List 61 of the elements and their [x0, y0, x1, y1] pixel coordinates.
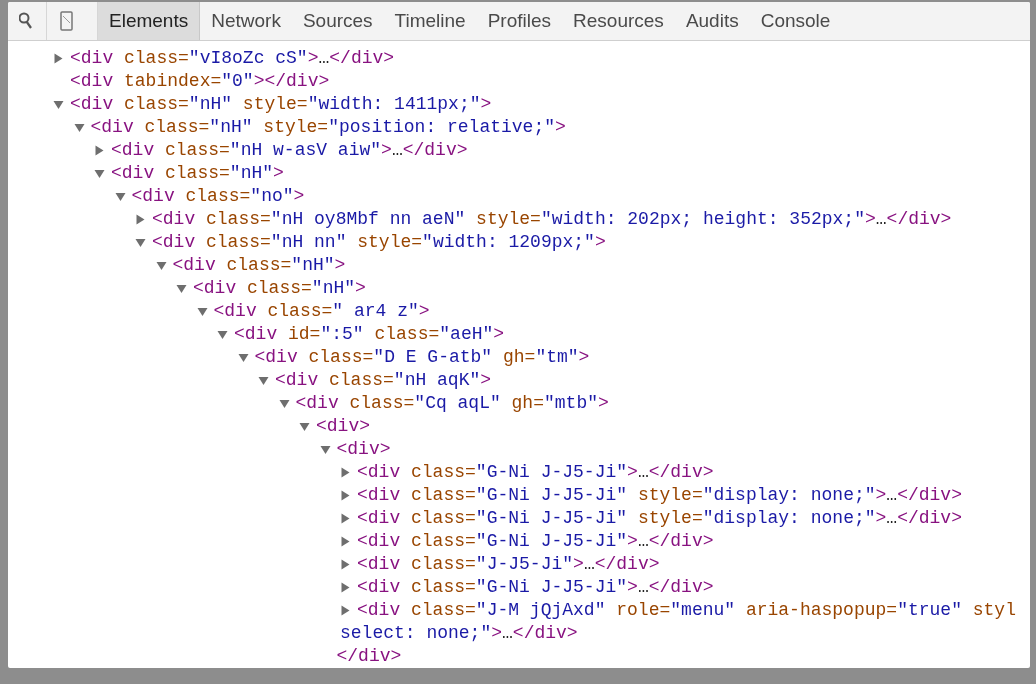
disclosure-triangle-icon[interactable]	[340, 536, 351, 547]
disclosure-triangle-icon[interactable]	[299, 421, 310, 432]
disclosure-triangle-icon[interactable]	[53, 99, 64, 110]
code-line: select: none;">…</div>	[340, 622, 578, 645]
panel-tab[interactable]: Profiles	[476, 2, 563, 40]
disclosure-triangle-icon[interactable]	[94, 145, 105, 156]
panel-tab[interactable]: Console	[749, 2, 842, 40]
code-line[interactable]: <div class="no">	[131, 185, 305, 208]
code-line[interactable]: </div>	[336, 645, 402, 668]
mobile-device-icon[interactable]	[59, 11, 73, 31]
code-line[interactable]: <div class="G-Ni J-J5-Ji">…</div>	[357, 576, 714, 599]
code-line[interactable]: <div tabindex="0"></div>	[70, 70, 330, 93]
disclosure-triangle-icon[interactable]	[340, 467, 351, 478]
disclosure-triangle-icon[interactable]	[319, 444, 331, 455]
disclosure-triangle-icon[interactable]	[135, 214, 146, 225]
disclosure-triangle-icon[interactable]	[340, 490, 351, 501]
code-line[interactable]: <div class="D E G-atb" gh="tm">	[254, 346, 590, 369]
disclosure-triangle-icon[interactable]	[176, 283, 187, 294]
disclosure-triangle-icon[interactable]	[237, 352, 249, 363]
panel-tab[interactable]: Audits	[674, 2, 750, 40]
disclosure-triangle-icon[interactable]	[135, 237, 146, 248]
disclosure-triangle-icon[interactable]	[94, 168, 105, 179]
code-line[interactable]: <div class="G-Ni J-J5-Ji" style="display: none;">…</div>	[357, 484, 962, 507]
disclosure-triangle-icon[interactable]	[196, 306, 208, 317]
code-line[interactable]: <div class="vI8oZc cS">…</div>	[70, 47, 395, 70]
code-line[interactable]: <div class="nH" style="width: 1411px;">	[70, 93, 492, 116]
disclosure-triangle-icon[interactable]	[340, 582, 351, 593]
code-line[interactable]: <div class="G-Ni J-J5-Ji" style="display: none;">…</div>	[357, 507, 962, 530]
panel-tab[interactable]: Elements	[98, 2, 201, 40]
disclosure-triangle-icon[interactable]	[340, 559, 351, 570]
panel-tab[interactable]: Sources	[291, 2, 384, 40]
code-line[interactable]: <div id=":5" class="aeH">	[234, 323, 505, 346]
code-line[interactable]: <div class="nH">	[111, 162, 284, 185]
disclosure-triangle-icon[interactable]	[340, 605, 351, 616]
panel-tab[interactable]: Resources	[562, 2, 675, 40]
code-line[interactable]: <div class="nH oy8Mbf nn aeN" style="width: 202px; height: 352px;">…</div>	[152, 208, 952, 231]
panel-tab[interactable]: Network	[200, 2, 292, 40]
code-line[interactable]: <div class="G-Ni J-J5-Ji">…</div>	[357, 530, 714, 553]
code-line[interactable]: <div>	[316, 415, 370, 438]
disclosure-triangle-icon[interactable]	[340, 513, 351, 524]
disclosure-triangle-icon[interactable]	[73, 122, 85, 133]
code-line[interactable]: <div class="nH">	[193, 277, 366, 300]
code-line[interactable]: <div class="G-Ni J-J5-Ji">…</div>	[357, 461, 714, 484]
panel-tab[interactable]: Timeline	[383, 2, 477, 40]
disclosure-triangle-icon[interactable]	[258, 375, 269, 386]
code-line[interactable]: <div class="nH aqK">	[275, 369, 492, 392]
disclosure-triangle-icon[interactable]	[217, 329, 228, 340]
code-line[interactable]: <div>	[336, 438, 391, 461]
disclosure-triangle-icon[interactable]	[53, 53, 64, 64]
code-line[interactable]: <div class="nH nn" style="width: 1209px;">	[152, 231, 606, 254]
code-line[interactable]: <div class=" ar4 z">	[213, 300, 430, 323]
disclosure-triangle-icon[interactable]	[278, 398, 290, 409]
code-line[interactable]: <div class="nH" style="position: relative;">	[90, 116, 566, 139]
code-line[interactable]: <div class="nH">	[172, 254, 346, 277]
code-line[interactable]: <div class="Cq aqL" gh="mtb">	[295, 392, 609, 415]
search-icon[interactable]	[19, 12, 35, 30]
code-line[interactable]: <div class="J-M jQjAxd" role="menu" aria-haspopup="true" styl	[357, 599, 1016, 622]
code-line[interactable]: <div class="J-J5-Ji">…</div>	[357, 553, 660, 576]
disclosure-triangle-icon[interactable]	[155, 260, 167, 271]
disclosure-triangle-icon[interactable]	[114, 191, 126, 202]
code-line[interactable]: <div class="nH w-asV aiw">…</div>	[111, 139, 468, 162]
